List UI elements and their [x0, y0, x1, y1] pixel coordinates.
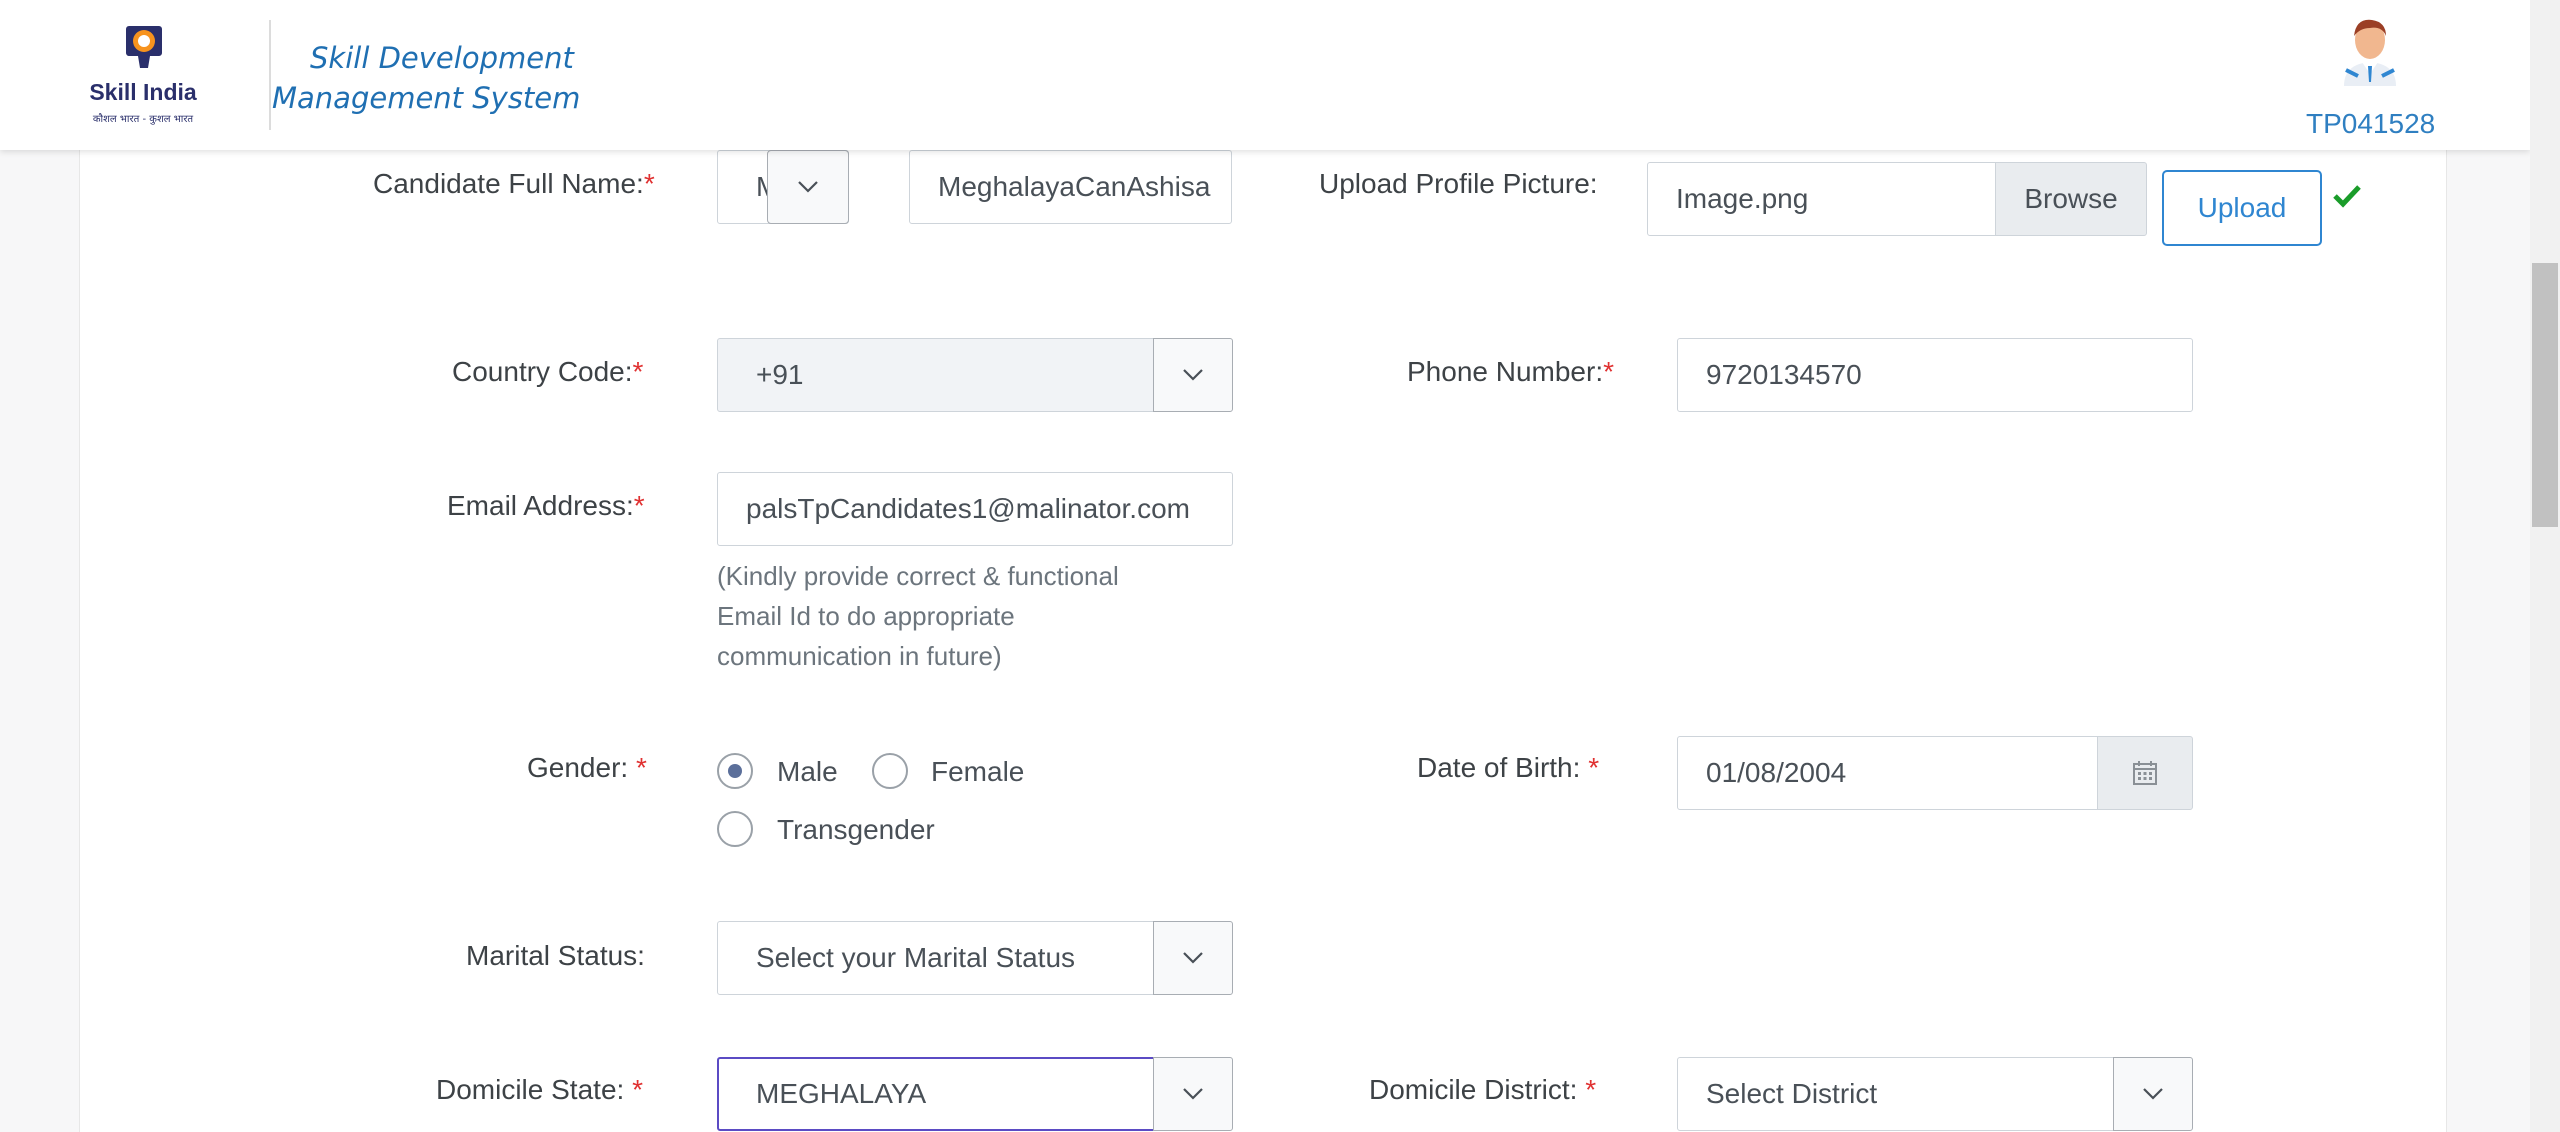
domicile-district-select[interactable]: Select District [1677, 1057, 2115, 1131]
phone-number-label: Phone Number:* [1407, 356, 1615, 387]
app-title: Skill Development Management System [272, 41, 581, 115]
marital-status-dropdown-button[interactable] [1153, 921, 1233, 995]
gender-label: Gender: * [527, 752, 647, 783]
country-code-dropdown-button[interactable] [1153, 338, 1233, 412]
marital-status-label: Marital Status: [466, 940, 645, 971]
svg-text:Skill India: Skill India [89, 79, 197, 105]
email-input[interactable]: palsTpCandidates1@malinator.com [717, 472, 1233, 546]
svg-text:कौशल भारत - कुशल भारत: कौशल भारत - कुशल भारत [93, 113, 194, 125]
salutation-dropdown-button[interactable] [767, 150, 849, 224]
user-id-label[interactable]: TP041528 [2306, 108, 2435, 140]
upload-button[interactable]: Upload [2162, 170, 2322, 246]
chevron-down-icon [1183, 369, 1203, 381]
browse-button[interactable]: Browse [1995, 162, 2147, 236]
gender-male-radio[interactable] [717, 753, 753, 789]
header-divider [269, 20, 271, 130]
app-header: Skill India कौशल भारत - कुशल भारत Skill … [0, 0, 2530, 150]
full-name-label: Candidate Full Name:* [373, 168, 655, 199]
dob-calendar-button[interactable] [2097, 736, 2193, 810]
domicile-state-dropdown-button[interactable] [1153, 1057, 1233, 1131]
candidate-form-card [79, 150, 2447, 1132]
chevron-down-icon [798, 181, 818, 193]
marital-status-select[interactable]: Select your Marital Status [717, 921, 1155, 995]
full-name-input[interactable]: MeghalayaCanAshisa [909, 150, 1232, 224]
gender-transgender-radio[interactable] [717, 811, 753, 847]
email-hint: (Kindly provide correct & functional Ema… [717, 561, 1119, 671]
scrollbar-thumb[interactable] [2532, 263, 2558, 527]
profile-picture-label: Upload Profile Picture: [1319, 168, 1598, 199]
email-label: Email Address:* [447, 490, 645, 521]
calendar-icon [2133, 761, 2157, 785]
domicile-state-label: Domicile State: * [436, 1074, 643, 1105]
country-code-label: Country Code:* [452, 356, 644, 387]
chevron-down-icon [1183, 1088, 1203, 1100]
profile-picture-file-input[interactable]: Image.png [1647, 162, 1997, 236]
skill-india-logo[interactable]: Skill India कौशल भारत - कुशल भारत [78, 22, 208, 130]
gender-female-label[interactable]: Female [931, 756, 1024, 788]
dob-label: Date of Birth: * [1417, 752, 1600, 783]
gender-female-radio[interactable] [872, 753, 908, 789]
page-scrollbar[interactable] [2530, 0, 2560, 1132]
user-avatar[interactable] [2338, 14, 2402, 86]
domicile-district-label: Domicile District: * [1369, 1074, 1597, 1105]
dob-input[interactable]: 01/08/2004 [1677, 736, 2099, 810]
gender-male-label[interactable]: Male [777, 756, 838, 788]
chevron-down-icon [2143, 1088, 2163, 1100]
domicile-district-dropdown-button[interactable] [2113, 1057, 2193, 1131]
country-code-select[interactable]: +91 [717, 338, 1155, 412]
chevron-down-icon [1183, 952, 1203, 964]
phone-number-input[interactable]: 9720134570 [1677, 338, 2193, 412]
check-icon [2332, 184, 2362, 213]
domicile-state-select[interactable]: MEGHALAYA [717, 1057, 1155, 1131]
gender-transgender-label[interactable]: Transgender [777, 814, 935, 846]
